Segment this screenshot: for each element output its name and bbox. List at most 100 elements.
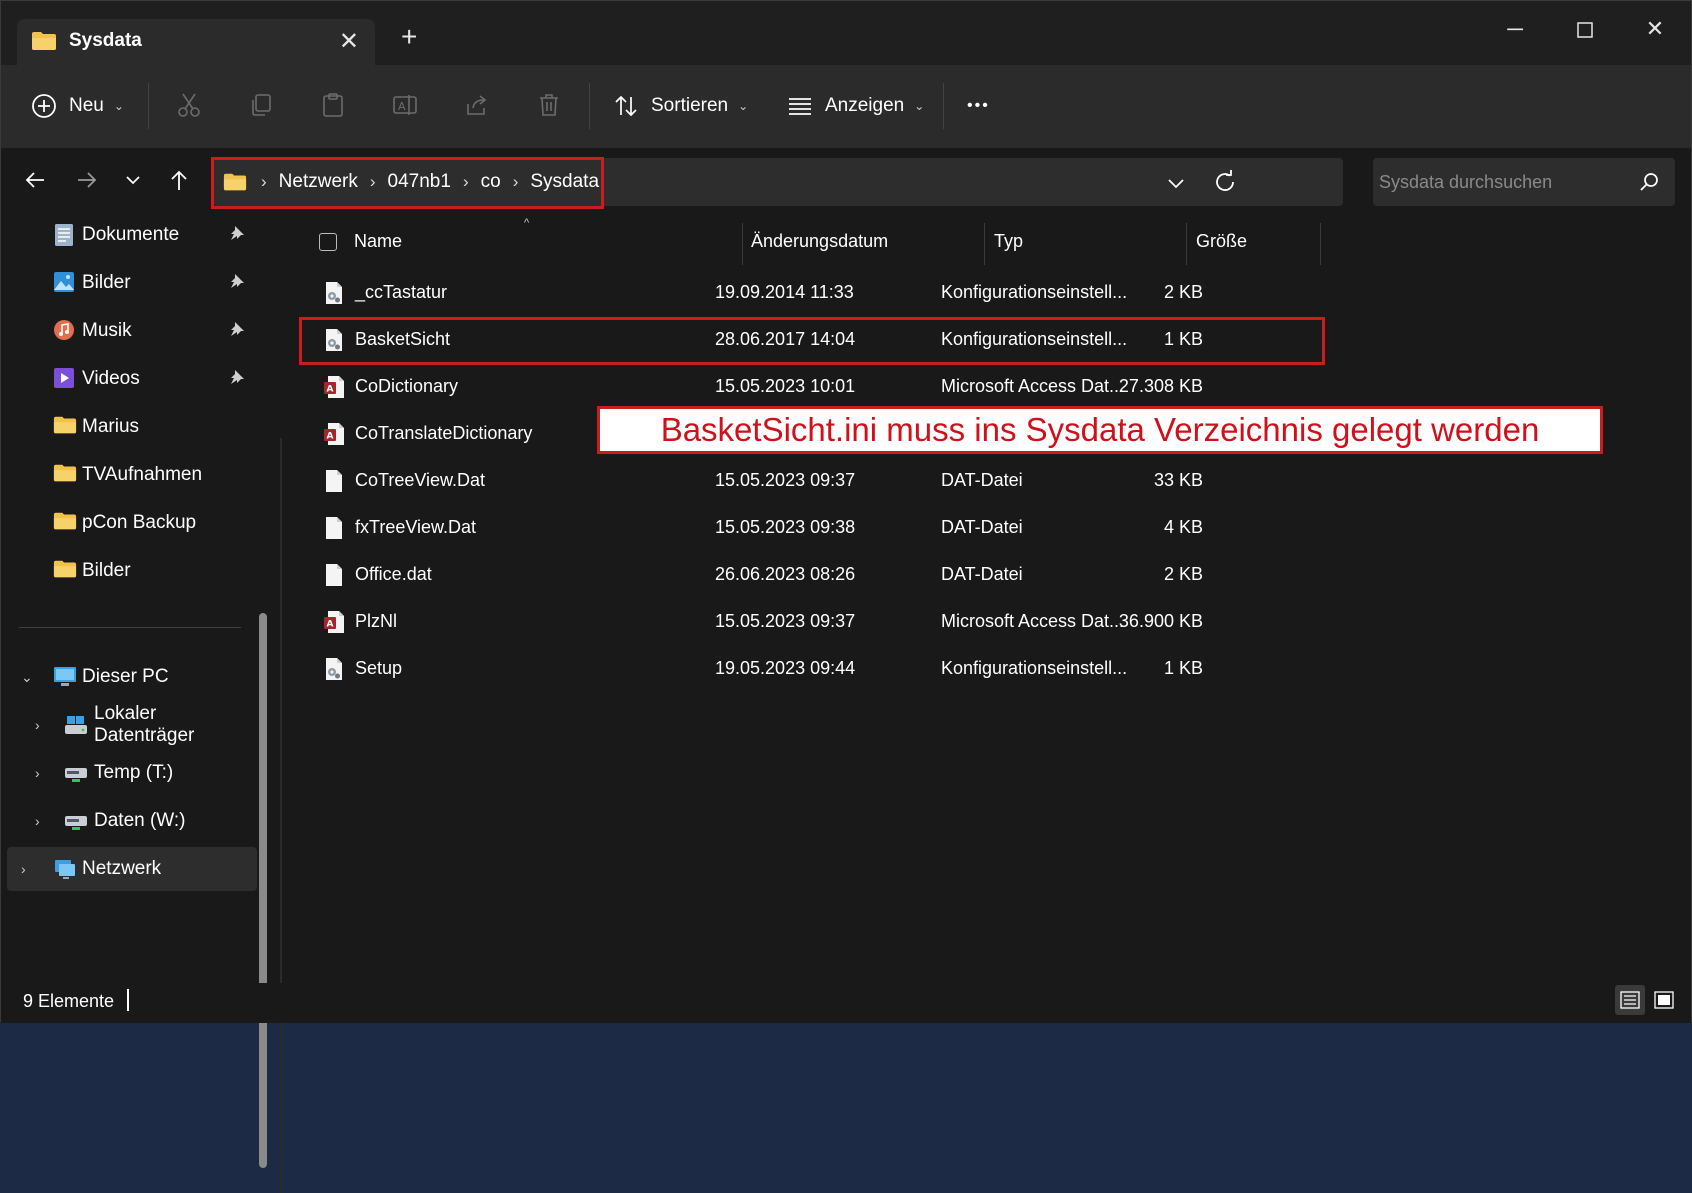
command-bar: Neu ⌄ A Sortieren ⌄ Anzeigen ⌄ ••• <box>1 65 1691 147</box>
column-date[interactable]: Änderungsdatum <box>751 231 888 252</box>
sidebar-item-dokumente[interactable]: Dokumente <box>1 213 251 257</box>
table-row[interactable]: CoTreeView.Dat 15.05.2023 09:37 DAT-Datei 3… <box>303 459 1323 503</box>
maximize-icon <box>1577 22 1593 38</box>
pin-icon[interactable] <box>229 273 245 289</box>
tiles-view-icon <box>1654 991 1674 1009</box>
share-button[interactable] <box>459 87 495 123</box>
network-drive-icon <box>65 816 87 830</box>
up-button[interactable] <box>161 162 197 198</box>
svg-text:A: A <box>398 100 406 113</box>
breadcrumb-sysdata[interactable]: Sysdata <box>524 171 605 193</box>
search-placeholder: Sysdata durchsuchen <box>1379 172 1553 192</box>
cut-button[interactable] <box>171 87 207 123</box>
table-row[interactable]: Setup 19.05.2023 09:44 Konfigurationseinst… <box>303 647 1323 691</box>
sidebar-item-this-pc[interactable]: ⌄ Dieser PC <box>1 655 251 699</box>
file-name: Setup <box>355 658 403 678</box>
sidebar-item-musik[interactable]: Musik <box>1 309 251 353</box>
sidebar-item-marius[interactable]: Marius <box>1 405 251 449</box>
rename-button[interactable]: A <box>387 87 423 123</box>
table-row[interactable]: A CoDictionary 15.05.2023 10:01 Microsoft A… <box>303 365 1323 409</box>
sidebar-item-local-disk[interactable]: › Lokaler Datenträger <box>1 703 251 747</box>
paste-button[interactable] <box>315 87 351 123</box>
more-options-button[interactable]: ••• <box>967 85 990 127</box>
table-row[interactable]: A PlzNl 15.05.2023 09:37 Microsoft Access D… <box>303 600 1323 644</box>
tab-close-icon[interactable]: ✕ <box>339 27 359 56</box>
column-divider[interactable] <box>1320 223 1321 265</box>
search-input[interactable]: Sysdata durchsuchen <box>1373 158 1675 206</box>
chevron-right-icon: › <box>35 717 40 733</box>
sidebar-item-bilder[interactable]: Bilder <box>1 549 251 593</box>
sidebar-item-pcon-backup[interactable]: pCon Backup <box>1 501 251 545</box>
details-view-button[interactable] <box>1615 985 1645 1015</box>
breadcrumb-co[interactable]: co <box>475 171 507 193</box>
sidebar-item-videos[interactable]: Videos <box>1 357 251 401</box>
table-row[interactable]: fxTreeView.Dat 15.05.2023 09:38 DAT-Datei 4… <box>303 506 1323 550</box>
pin-icon[interactable] <box>229 369 245 385</box>
forward-button[interactable] <box>69 162 105 198</box>
table-row[interactable]: Office.dat 26.06.2023 08:26 DAT-Datei 2 KB <box>303 553 1323 597</box>
sidebar-item-tvaufnahmen[interactable]: TVAufnahmen <box>1 453 251 497</box>
sidebar-item-network[interactable]: › Netzwerk <box>7 847 257 891</box>
sidebar-item-label: Videos <box>82 368 140 389</box>
file-type: Microsoft Access Dat... <box>941 611 1125 631</box>
sidebar-item-label: Daten (W:) <box>94 810 186 831</box>
sidebar-item-label: Temp (T:) <box>94 762 174 783</box>
arrow-up-icon <box>171 170 187 190</box>
refresh-icon[interactable] <box>1213 170 1237 194</box>
address-bar[interactable]: › Netzwerk › 047nb1 › co › Sysdata <box>213 158 1343 206</box>
view-button-label: Anzeigen <box>825 95 905 116</box>
folder-icon <box>223 173 247 191</box>
pin-icon[interactable] <box>229 321 245 337</box>
music-icon <box>53 319 77 341</box>
delete-button[interactable] <box>531 87 567 123</box>
sidebar-item-data-drive[interactable]: › Daten (W:) <box>1 799 251 843</box>
chevron-right-icon: › <box>21 861 26 877</box>
view-button[interactable]: Anzeigen ⌄ <box>787 85 924 127</box>
sidebar-scrollbar-thumb[interactable] <box>259 613 267 1168</box>
sort-button[interactable]: Sortieren ⌄ <box>613 85 748 127</box>
table-row[interactable]: _ccTastatur 19.09.2014 11:33 Konfiguration… <box>303 271 1323 315</box>
rename-icon: A <box>393 95 417 115</box>
sidebar-item-label: pCon Backup <box>82 512 197 533</box>
column-name[interactable]: Name <box>354 231 402 252</box>
file-name: fxTreeView.Dat <box>355 517 477 537</box>
arrow-left-icon <box>25 172 44 188</box>
search-icon[interactable] <box>1639 172 1659 192</box>
scissors-icon <box>178 93 200 117</box>
select-all-checkbox[interactable] <box>319 233 337 251</box>
file-list: ^ Name Änderungsdatum Typ Größe _ccTasta… <box>291 213 1691 983</box>
new-tab-button[interactable]: + <box>401 21 417 53</box>
address-history-chevron-icon[interactable] <box>1167 174 1185 192</box>
sort-button-label: Sortieren <box>651 95 729 116</box>
close-window-button[interactable]: ✕ <box>1625 9 1685 49</box>
folder-icon <box>53 511 77 533</box>
sidebar-item-temp-drive[interactable]: › Temp (T:) <box>1 751 251 795</box>
tab-sysdata[interactable]: Sysdata ✕ <box>17 19 375 65</box>
chevron-down-icon: ⌄ <box>113 99 124 113</box>
sidebar-scrollbar-track <box>280 438 282 1193</box>
table-row[interactable]: BasketSicht 28.06.2017 14:04 Konfiguration… <box>303 318 1323 362</box>
maximize-button[interactable] <box>1555 9 1615 49</box>
chevron-down-icon: ⌄ <box>21 668 33 685</box>
breadcrumb-047nb1[interactable]: 047nb1 <box>382 171 457 193</box>
file-size: 1 KB <box>1163 658 1203 678</box>
recent-locations-button[interactable] <box>115 162 151 198</box>
column-type[interactable]: Typ <box>994 231 1023 252</box>
minimize-button[interactable]: ─ <box>1485 9 1545 49</box>
file-name: CoDictionary <box>355 376 459 396</box>
column-divider[interactable] <box>984 223 985 265</box>
list-view-icon <box>789 98 811 115</box>
column-size[interactable]: Größe <box>1196 231 1247 252</box>
column-divider[interactable] <box>1186 223 1187 265</box>
column-divider[interactable] <box>742 223 743 265</box>
svg-text:A: A <box>327 385 334 395</box>
ini-file-icon <box>323 657 345 681</box>
copy-button[interactable] <box>243 87 279 123</box>
sidebar-item-bilder[interactable]: Bilder <box>1 261 251 305</box>
back-button[interactable] <box>17 162 53 198</box>
new-button[interactable]: Neu ⌄ <box>31 85 124 127</box>
tiles-view-button[interactable] <box>1649 985 1679 1015</box>
pin-icon[interactable] <box>229 225 245 241</box>
trash-icon <box>540 94 558 116</box>
breadcrumb-netzwerk[interactable]: Netzwerk <box>273 171 364 193</box>
